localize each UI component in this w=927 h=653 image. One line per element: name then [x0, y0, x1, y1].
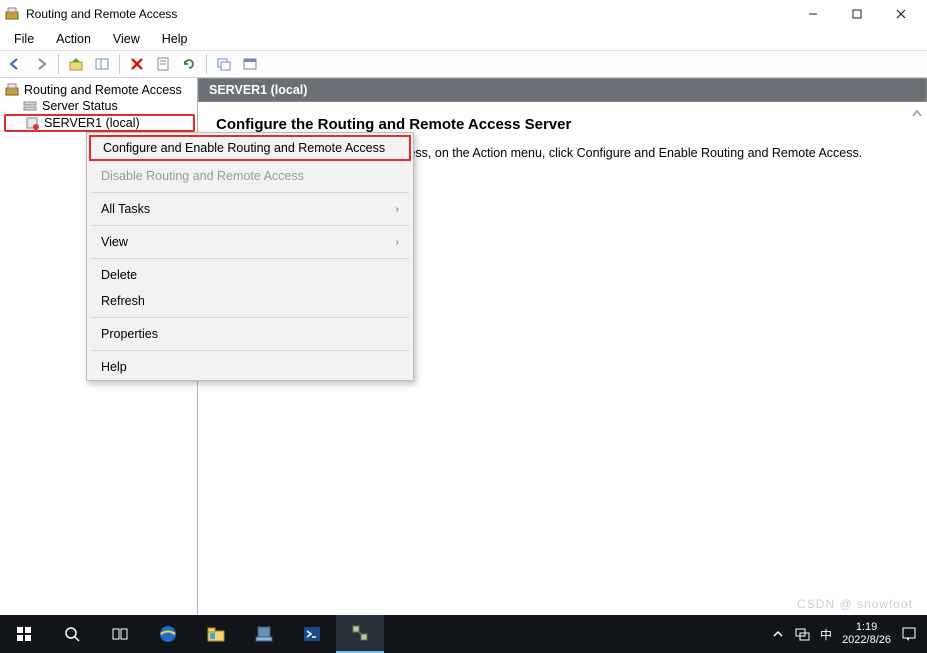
filter-button[interactable]: [239, 53, 261, 75]
tree-server-status-label: Server Status: [42, 99, 118, 113]
start-button[interactable]: [0, 615, 48, 653]
window-title: Routing and Remote Access: [26, 7, 791, 21]
app-icon: [4, 6, 20, 22]
tray-network-icon[interactable]: [794, 627, 810, 641]
tray-ime[interactable]: 中: [820, 626, 832, 643]
maximize-button[interactable]: [835, 0, 879, 28]
content-title: Configure the Routing and Remote Access …: [216, 116, 909, 133]
toolbar-separator: [58, 54, 59, 74]
taskbar-server-manager[interactable]: [240, 615, 288, 653]
refresh-button[interactable]: [178, 53, 200, 75]
forward-button[interactable]: [30, 53, 52, 75]
ctx-delete[interactable]: Delete: [87, 262, 413, 288]
tray-clock[interactable]: 1:19 2022/8/26: [842, 621, 891, 647]
back-button[interactable]: [4, 53, 26, 75]
ctx-refresh[interactable]: Refresh: [87, 288, 413, 314]
ctx-properties-label: Properties: [101, 327, 158, 341]
task-view-button[interactable]: [96, 615, 144, 653]
watermark-text: CSDN @ snowfoot: [797, 597, 913, 611]
new-window-button[interactable]: [213, 53, 235, 75]
chevron-right-icon: ›: [396, 204, 399, 215]
menu-action[interactable]: Action: [46, 30, 101, 48]
server-status-icon: [22, 99, 38, 113]
scroll-up-arrow[interactable]: [909, 106, 925, 122]
menu-bar: File Action View Help: [0, 28, 927, 50]
tray-date: 2022/8/26: [842, 634, 891, 647]
context-menu-separator: [91, 192, 409, 193]
tray-notifications-icon[interactable]: [901, 626, 917, 642]
context-menu-separator: [91, 317, 409, 318]
ctx-disable-rras: Disable Routing and Remote Access: [87, 163, 413, 189]
menu-help[interactable]: Help: [152, 30, 198, 48]
context-menu-separator: [91, 350, 409, 351]
context-menu-separator: [91, 225, 409, 226]
taskbar-ie[interactable]: [144, 615, 192, 653]
content-header: SERVER1 (local): [198, 78, 927, 102]
search-button[interactable]: [48, 615, 96, 653]
minimize-button[interactable]: [791, 0, 835, 28]
menu-file[interactable]: File: [4, 30, 44, 48]
ctx-help-label: Help: [101, 360, 127, 374]
rras-root-icon: [4, 83, 20, 97]
ctx-properties[interactable]: Properties: [87, 321, 413, 347]
taskbar-explorer[interactable]: [192, 615, 240, 653]
delete-button[interactable]: [126, 53, 148, 75]
context-menu: Configure and Enable Routing and Remote …: [86, 132, 414, 381]
ctx-configure-label: Configure and Enable Routing and Remote …: [103, 141, 385, 155]
tree-root[interactable]: Routing and Remote Access: [2, 82, 195, 98]
ctx-all-tasks[interactable]: All Tasks ›: [87, 196, 413, 222]
ctx-view-label: View: [101, 235, 128, 249]
close-button[interactable]: [879, 0, 923, 28]
tree-root-label: Routing and Remote Access: [24, 83, 182, 97]
server-icon: [24, 116, 40, 130]
context-menu-separator: [91, 258, 409, 259]
show-hide-button[interactable]: [91, 53, 113, 75]
taskbar-powershell[interactable]: [288, 615, 336, 653]
content-body-text: ess, on the Action menu, click Configure…: [408, 146, 862, 160]
ctx-delete-label: Delete: [101, 268, 137, 282]
ctx-help[interactable]: Help: [87, 354, 413, 380]
window-controls: [791, 0, 923, 28]
menu-view[interactable]: View: [103, 30, 150, 48]
system-tray: 中 1:19 2022/8/26: [772, 621, 927, 647]
tray-time: 1:19: [842, 621, 891, 634]
toolbar: [0, 50, 927, 78]
ctx-view[interactable]: View ›: [87, 229, 413, 255]
title-bar: Routing and Remote Access: [0, 0, 927, 28]
toolbar-separator: [119, 54, 120, 74]
tree-server-status[interactable]: Server Status: [2, 98, 195, 114]
tree-server1-label: SERVER1 (local): [44, 116, 140, 130]
ctx-configure-enable[interactable]: Configure and Enable Routing and Remote …: [89, 135, 411, 161]
chevron-right-icon: ›: [396, 237, 399, 248]
properties-button[interactable]: [152, 53, 174, 75]
tray-chevron-up-icon[interactable]: [772, 628, 784, 640]
taskbar: 中 1:19 2022/8/26: [0, 615, 927, 653]
ctx-disable-label: Disable Routing and Remote Access: [101, 169, 304, 183]
toolbar-separator: [206, 54, 207, 74]
up-button[interactable]: [65, 53, 87, 75]
tree-server1[interactable]: SERVER1 (local): [4, 114, 195, 132]
ctx-refresh-label: Refresh: [101, 294, 145, 308]
ctx-all-tasks-label: All Tasks: [101, 202, 150, 216]
taskbar-rras[interactable]: [336, 615, 384, 653]
